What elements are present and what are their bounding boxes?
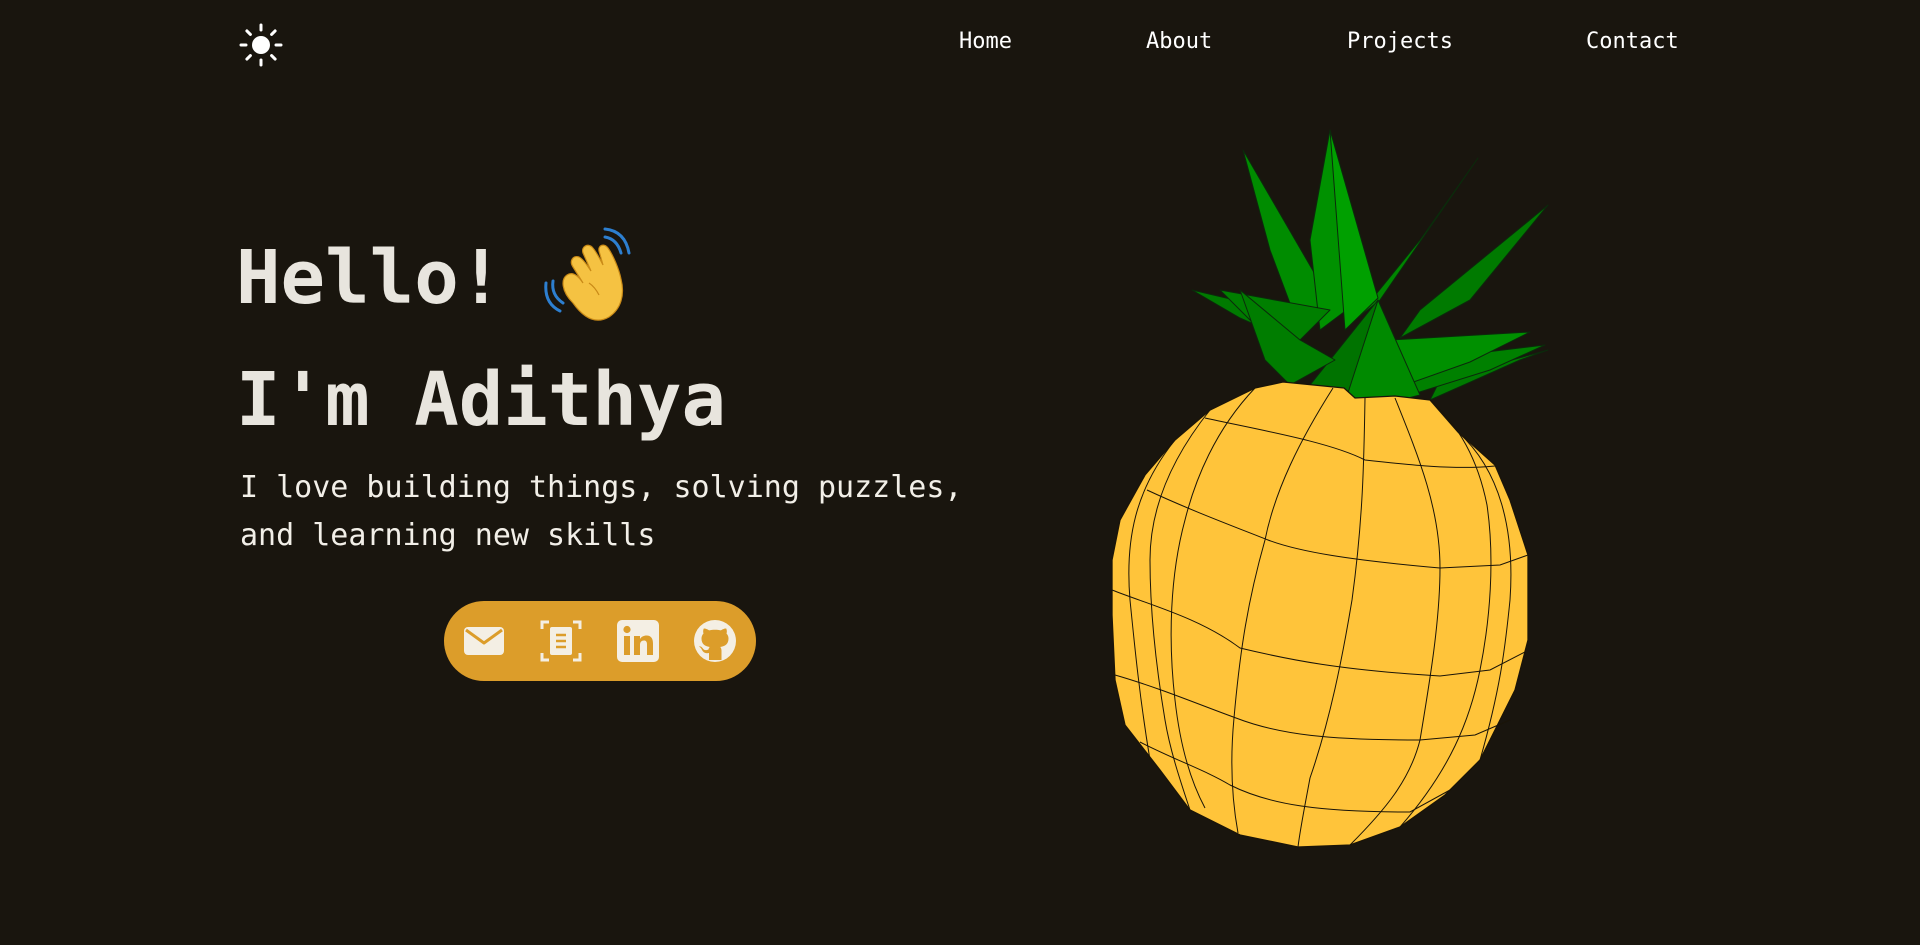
hero-greeting: Hello!	[236, 227, 653, 328]
hero-tagline: I love building things, solving puzzles,…	[240, 464, 963, 560]
hero-name: I'm Adithya	[236, 357, 727, 443]
waving-hand-icon	[544, 227, 631, 321]
linkedin-icon	[617, 620, 659, 662]
email-link[interactable]	[462, 619, 506, 663]
main-nav: Home About Projects Contact	[0, 26, 1920, 58]
nav-link-contact[interactable]: Contact	[1586, 26, 1679, 58]
github-link[interactable]	[693, 619, 737, 663]
resume-icon	[540, 620, 582, 662]
tagline-line-1: I love building things, solving puzzles,	[240, 470, 963, 505]
social-links-bar	[444, 601, 756, 681]
nav-link-about[interactable]: About	[1146, 26, 1212, 58]
tagline-line-2: and learning new skills	[240, 518, 656, 553]
portfolio-page: Home About Projects Contact Hello! I'm A…	[0, 0, 1920, 945]
github-icon	[694, 620, 736, 662]
linkedin-link[interactable]	[616, 619, 660, 663]
greeting-text: Hello!	[236, 235, 504, 321]
nav-link-projects[interactable]: Projects	[1347, 26, 1453, 58]
nav-link-home[interactable]: Home	[959, 26, 1012, 58]
resume-link[interactable]	[539, 619, 583, 663]
mail-icon	[464, 627, 504, 655]
pineapple-illustration[interactable]	[1100, 120, 1570, 860]
